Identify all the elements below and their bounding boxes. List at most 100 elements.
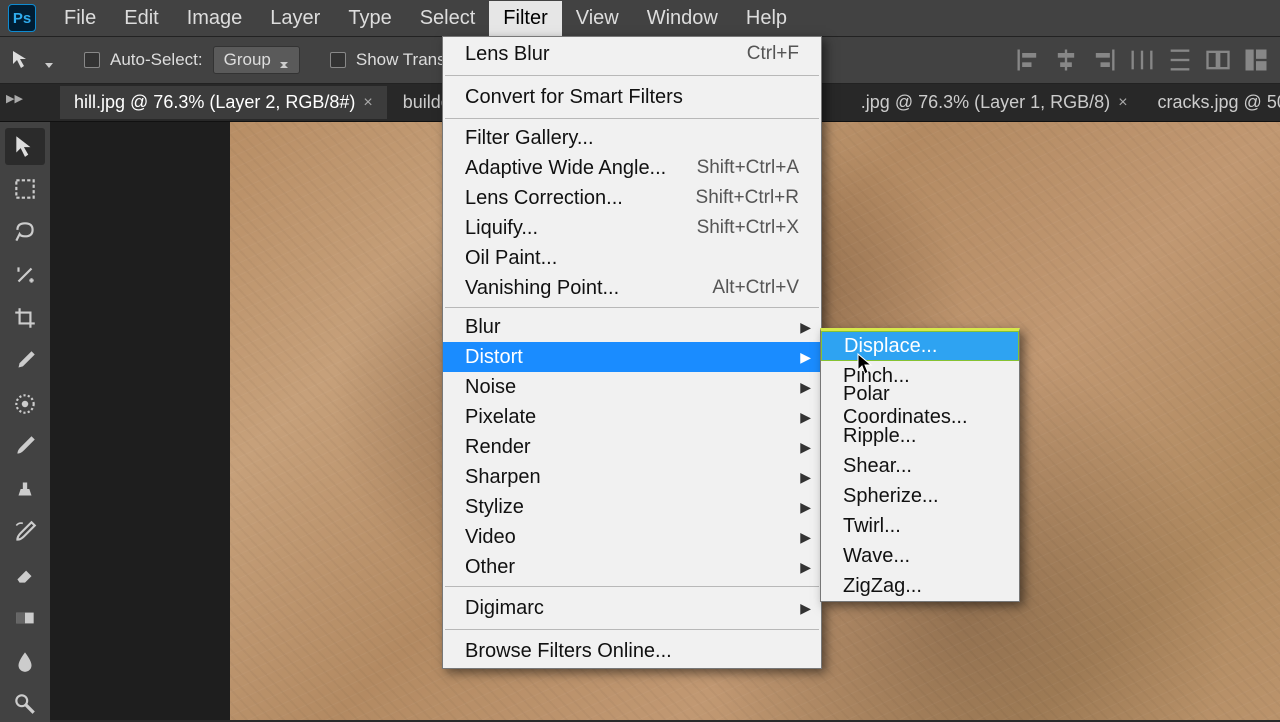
lasso-tool[interactable] — [5, 214, 45, 251]
menu-item-filter-gallery[interactable]: Filter Gallery... — [443, 123, 821, 153]
clone-stamp-tool[interactable] — [5, 471, 45, 508]
menu-item-shear[interactable]: Shear... — [821, 451, 1019, 481]
submenu-arrow-icon: ▶ — [800, 349, 811, 366]
menu-item-label: Displace... — [844, 335, 937, 358]
distribute-h-icon[interactable] — [1128, 46, 1156, 74]
menu-filter[interactable]: Filter — [489, 1, 561, 36]
menu-item-stylize[interactable]: Stylize ▶ — [443, 492, 821, 522]
menu-item-render[interactable]: Render ▶ — [443, 432, 821, 462]
menu-view[interactable]: View — [562, 1, 633, 36]
menu-separator — [445, 75, 819, 76]
spot-heal-tool[interactable] — [5, 385, 45, 422]
menu-item-label: Oil Paint... — [465, 247, 557, 270]
eraser-tool[interactable] — [5, 557, 45, 594]
submenu-arrow-icon: ▶ — [800, 529, 811, 546]
auto-select-checkbox[interactable] — [84, 52, 100, 68]
tool-preset-dropdown-icon[interactable] — [44, 55, 54, 65]
menu-item-label: Adaptive Wide Angle... — [465, 157, 666, 180]
menu-item-wave[interactable]: Wave... — [821, 541, 1019, 571]
document-tab[interactable]: cracks.jpg @ 50% (La — [1144, 86, 1280, 119]
history-brush-tool[interactable] — [5, 514, 45, 551]
menu-item-label: Twirl... — [843, 515, 901, 538]
blur-tool[interactable] — [5, 642, 45, 679]
menu-item-label: Browse Filters Online... — [465, 640, 672, 663]
document-tab[interactable]: .jpg @ 76.3% (Layer 1, RGB/8) × — [847, 86, 1142, 119]
menu-item-displace[interactable]: Displace... — [821, 331, 1019, 361]
menu-item-convert-smart[interactable]: Convert for Smart Filters — [443, 80, 821, 114]
menu-item-oil-paint[interactable]: Oil Paint... — [443, 243, 821, 273]
distribute-v-icon[interactable] — [1166, 46, 1194, 74]
auto-select-target-select[interactable]: Group — [213, 46, 300, 74]
menu-image[interactable]: Image — [173, 1, 257, 36]
auto-select-target-value: Group — [224, 50, 271, 70]
app-icon: Ps — [8, 4, 36, 32]
menu-item-label: Shear... — [843, 455, 912, 478]
menu-item-polar-coordinates[interactable]: Polar Coordinates... — [821, 391, 1019, 421]
menu-item-last-filter[interactable]: Lens Blur Ctrl+F — [443, 37, 821, 71]
menu-item-noise[interactable]: Noise ▶ — [443, 372, 821, 402]
menu-bar: Ps File Edit Image Layer Type Select Fil… — [0, 0, 1280, 36]
eyedropper-tool[interactable] — [5, 342, 45, 379]
menu-layer[interactable]: Layer — [256, 1, 334, 36]
menu-item-video[interactable]: Video ▶ — [443, 522, 821, 552]
dodge-tool[interactable] — [5, 685, 45, 722]
tab-close-icon[interactable]: × — [1118, 94, 1127, 112]
menu-item-label: Spherize... — [843, 485, 939, 508]
crop-tool[interactable] — [5, 299, 45, 336]
distort-submenu: Displace... Pinch... Polar Coordinates..… — [820, 328, 1020, 602]
align-center-icon[interactable] — [1052, 46, 1080, 74]
menu-item-zigzag[interactable]: ZigZag... — [821, 571, 1019, 601]
submenu-arrow-icon: ▶ — [800, 409, 811, 426]
auto-select-label: Auto-Select: — [110, 50, 203, 70]
tool-panel — [0, 122, 50, 722]
menu-item-vanishing-point[interactable]: Vanishing Point... Alt+Ctrl+V — [443, 273, 821, 303]
move-tool-icon — [10, 48, 34, 72]
menu-item-lens-correction[interactable]: Lens Correction... Shift+Ctrl+R — [443, 183, 821, 213]
menu-item-ripple[interactable]: Ripple... — [821, 421, 1019, 451]
brush-tool[interactable] — [5, 428, 45, 465]
menu-file[interactable]: File — [50, 1, 110, 36]
auto-align-icon[interactable] — [1204, 46, 1232, 74]
menu-shortcut: Shift+Ctrl+X — [697, 217, 799, 239]
menu-type[interactable]: Type — [334, 1, 405, 36]
marquee-tool[interactable] — [5, 171, 45, 208]
document-tab[interactable]: hill.jpg @ 76.3% (Layer 2, RGB/8#) × — [60, 86, 387, 119]
tab-label: cracks.jpg @ 50% (La — [1158, 92, 1280, 113]
menu-item-adaptive-wide-angle[interactable]: Adaptive Wide Angle... Shift+Ctrl+A — [443, 153, 821, 183]
menu-item-sharpen[interactable]: Sharpen ▶ — [443, 462, 821, 492]
menu-item-distort[interactable]: Distort ▶ — [443, 342, 821, 372]
menu-item-label: Lens Blur — [465, 43, 550, 66]
menu-item-label: ZigZag... — [843, 575, 922, 598]
align-buttons — [1014, 46, 1270, 74]
menu-item-label: Noise — [465, 376, 516, 399]
menu-window[interactable]: Window — [633, 1, 732, 36]
magic-wand-tool[interactable] — [5, 257, 45, 294]
show-transform-checkbox[interactable] — [330, 52, 346, 68]
tab-close-icon[interactable]: × — [363, 94, 372, 112]
menu-item-other[interactable]: Other ▶ — [443, 552, 821, 582]
move-tool[interactable] — [5, 128, 45, 165]
menu-separator — [445, 586, 819, 587]
align-left-icon[interactable] — [1014, 46, 1042, 74]
menu-help[interactable]: Help — [732, 1, 801, 36]
menu-item-liquify[interactable]: Liquify... Shift+Ctrl+X — [443, 213, 821, 243]
menu-item-label: Stylize — [465, 496, 524, 519]
submenu-arrow-icon: ▶ — [800, 379, 811, 396]
menu-shortcut: Shift+Ctrl+R — [696, 187, 799, 209]
menu-item-browse-filters[interactable]: Browse Filters Online... — [443, 634, 821, 668]
menu-item-label: Sharpen — [465, 466, 541, 489]
menu-select[interactable]: Select — [406, 1, 490, 36]
menu-item-label: Pixelate — [465, 406, 536, 429]
menu-item-twirl[interactable]: Twirl... — [821, 511, 1019, 541]
menu-item-digimarc[interactable]: Digimarc ▶ — [443, 591, 821, 625]
align-right-icon[interactable] — [1090, 46, 1118, 74]
menu-item-pixelate[interactable]: Pixelate ▶ — [443, 402, 821, 432]
menu-separator — [445, 307, 819, 308]
expand-tabs-icon[interactable]: ▶▶ — [6, 92, 23, 105]
gradient-tool[interactable] — [5, 599, 45, 636]
menu-item-spherize[interactable]: Spherize... — [821, 481, 1019, 511]
menu-shortcut: Shift+Ctrl+A — [697, 157, 799, 179]
menu-edit[interactable]: Edit — [110, 1, 172, 36]
arrange-icon[interactable] — [1242, 46, 1270, 74]
menu-item-blur[interactable]: Blur ▶ — [443, 312, 821, 342]
